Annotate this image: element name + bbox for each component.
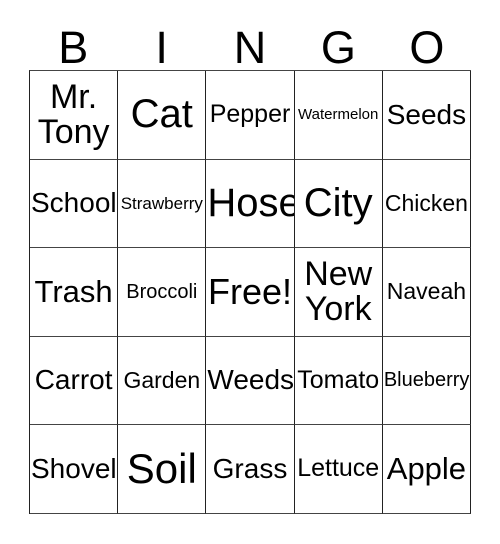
bingo-cell[interactable]: Soil	[118, 425, 207, 514]
bingo-row: School Strawberry Hose City Chicken	[30, 159, 472, 249]
bingo-cell-label: Broccoli	[126, 280, 198, 303]
bingo-cell-label: Pepper	[209, 100, 291, 129]
bingo-cell-label: Apple	[386, 451, 467, 487]
bingo-cell-label: Chicken	[384, 189, 468, 216]
bingo-cell-label: Naveah	[386, 278, 467, 305]
bingo-cell[interactable]: Carrot	[30, 336, 119, 426]
bingo-cell-label: Trash	[34, 274, 113, 310]
bingo-cell-label: Tomato	[297, 365, 380, 394]
bingo-header-letter-i: I	[155, 22, 168, 73]
bingo-grid: Mr. Tony Cat Pepper Watermelon Seeds School St…	[29, 70, 472, 514]
bingo-row: Trash Broccoli Free! New York Naveah	[30, 248, 472, 337]
bingo-cell-label: City	[303, 180, 373, 225]
bingo-cell[interactable]: Apple	[382, 425, 472, 514]
bingo-cell-label: Cat	[130, 92, 193, 137]
bingo-cell[interactable]: Trash	[30, 248, 119, 337]
bingo-header-row: B I N G O	[29, 18, 471, 70]
bingo-row: Shovel Soil Grass Lettuce Apple	[30, 425, 472, 514]
bingo-cell-label: Blueberry	[383, 369, 470, 392]
bingo-cell[interactable]: Strawberry	[118, 159, 207, 249]
bingo-cell[interactable]: Hose	[206, 159, 295, 249]
bingo-cell[interactable]: Naveah	[382, 248, 472, 337]
bingo-cell[interactable]: City	[294, 159, 383, 249]
bingo-cell-label: New York	[304, 255, 373, 328]
bingo-cell-label: Mr. Tony	[37, 78, 110, 151]
bingo-cell-label: Soil	[126, 444, 197, 492]
bingo-cell-label: Seeds	[386, 98, 467, 130]
bingo-cell[interactable]: Mr. Tony	[30, 71, 119, 160]
bingo-cell[interactable]: Seeds	[382, 71, 472, 160]
bingo-row: Carrot Garden Weeds Tomato Blueberry	[30, 336, 472, 426]
bingo-header-letter-o: O	[409, 22, 445, 73]
bingo-header-letter-b: B	[58, 22, 89, 73]
bingo-cell[interactable]: School	[30, 159, 119, 249]
bingo-cell[interactable]: Shovel	[30, 425, 119, 514]
bingo-free-space-cell[interactable]: Free!	[206, 248, 295, 337]
bingo-cell[interactable]: Chicken	[382, 159, 472, 249]
bingo-cell[interactable]: Watermelon	[294, 71, 383, 160]
bingo-row: Mr. Tony Cat Pepper Watermelon Seeds	[30, 71, 472, 160]
bingo-cell-label: Shovel	[31, 452, 117, 484]
bingo-cell[interactable]: Garden	[118, 336, 207, 426]
bingo-cell[interactable]: Blueberry	[382, 336, 472, 426]
bingo-cell[interactable]: New York	[294, 248, 383, 337]
bingo-cell-label: School	[31, 187, 117, 219]
bingo-cell[interactable]: Pepper	[206, 71, 295, 160]
bingo-header-letter-g: G	[320, 22, 356, 73]
bingo-header-letter-n: N	[233, 22, 267, 73]
bingo-cell-label: Garden	[123, 366, 201, 393]
bingo-cell[interactable]: Tomato	[294, 336, 383, 426]
bingo-cell[interactable]: Grass	[206, 425, 295, 514]
bingo-cell[interactable]: Broccoli	[118, 248, 207, 337]
bingo-cell-label: Weeds	[207, 364, 295, 396]
bingo-cell[interactable]: Cat	[118, 71, 207, 160]
bingo-cell-label: Carrot	[34, 364, 113, 396]
bingo-cell-label: Strawberry	[120, 193, 203, 213]
bingo-cell[interactable]: Lettuce	[294, 425, 383, 514]
bingo-cell-label: Hose	[207, 180, 295, 225]
bingo-cell[interactable]: Weeds	[206, 336, 295, 426]
bingo-card: B I N G O Mr. Tony Cat Pepper Watermelon See…	[29, 18, 472, 514]
bingo-cell-label: Grass	[212, 452, 288, 484]
bingo-cell-label: Watermelon	[298, 106, 379, 124]
bingo-cell-label: Free!	[207, 270, 293, 312]
bingo-cell-label: Lettuce	[297, 454, 380, 483]
